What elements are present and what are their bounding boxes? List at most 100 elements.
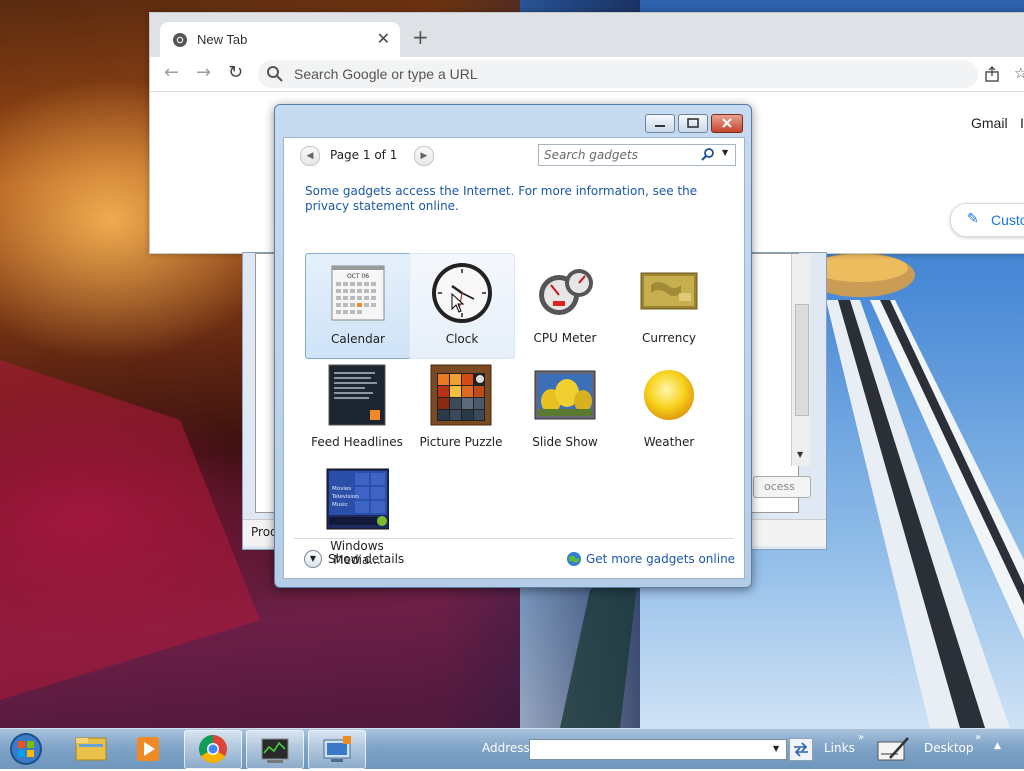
- weather-icon: [644, 370, 694, 420]
- gadget-label: CPU Meter: [533, 331, 597, 345]
- globe-icon: [567, 552, 581, 566]
- gadget-label: Slide Show: [532, 435, 598, 449]
- omnibox[interactable]: Search Google or type a URL: [258, 60, 978, 88]
- gadget-feed-headlines[interactable]: Feed Headlines: [305, 357, 409, 461]
- scroll-down-arrow-icon[interactable]: ▼: [797, 450, 803, 459]
- gadget-label: Weather: [643, 435, 695, 449]
- taskbar-media-player-button[interactable]: [120, 730, 176, 767]
- media-menu-movies: Movies: [332, 486, 351, 492]
- end-process-label: ocess: [764, 480, 796, 493]
- address-toolbar-label: Address: [482, 741, 530, 755]
- windows-explorer-icon: [75, 737, 107, 761]
- scrollbar-thumb[interactable]: [795, 304, 809, 416]
- restore-icon: [687, 118, 699, 128]
- taskbar-gadget-gallery-button[interactable]: [308, 730, 366, 769]
- images-link[interactable]: I: [1020, 115, 1024, 131]
- privacy-notice-link[interactable]: Some gadgets access the Internet. For mo…: [305, 184, 725, 214]
- gadget-cpu-meter[interactable]: CPU Meter: [513, 253, 617, 357]
- tab-strip: New Tab ✕ +: [150, 13, 1024, 57]
- gadget-label: Clock: [445, 332, 479, 346]
- cpu-meter-icon: [539, 269, 593, 315]
- close-button[interactable]: [711, 114, 743, 133]
- calendar-month-text: OCT 06: [347, 273, 369, 280]
- links-chevron-icon[interactable]: »: [858, 732, 864, 743]
- forward-arrow-icon[interactable]: →: [196, 62, 211, 83]
- picture-puzzle-icon: [430, 364, 492, 426]
- gadget-picture-puzzle[interactable]: Picture Puzzle: [409, 357, 513, 461]
- omnibox-placeholder: Search Google or type a URL: [294, 66, 478, 82]
- chrome-icon: [199, 735, 227, 763]
- search-icon[interactable]: [701, 147, 715, 161]
- gadget-gallery-panel: ◀ Page 1 of 1 ▶ Search gadgets ▼ Some ga…: [283, 137, 745, 579]
- next-page-icon[interactable]: ▶: [414, 146, 434, 166]
- start-button[interactable]: [6, 730, 46, 768]
- currency-icon: [640, 272, 698, 310]
- windows-media-icon: Movies Television Music: [326, 468, 389, 530]
- minimize-button[interactable]: [645, 114, 675, 133]
- tab-new-tab[interactable]: New Tab ✕: [160, 22, 400, 57]
- notification-area-expand-icon[interactable]: ▲: [994, 741, 1001, 751]
- go-arrows-icon: [794, 742, 808, 757]
- windows-media-player-icon: [137, 737, 159, 761]
- clock-icon: [432, 263, 492, 323]
- taskbar-chrome-button[interactable]: [184, 730, 242, 769]
- browser-toolbar: ← → ↻ Search Google or type a URL ☆: [150, 57, 1024, 92]
- gadget-label: Feed Headlines: [311, 435, 403, 449]
- gadget-gallery-icon: [323, 736, 351, 762]
- previous-page-icon[interactable]: ◀: [300, 146, 320, 166]
- windows-start-orb-icon: [10, 733, 42, 765]
- gadget-slide-show[interactable]: Slide Show: [513, 357, 617, 461]
- taskbar: Address ▼ Links » Desktop » ▲: [0, 728, 1024, 769]
- gadget-windows-media-center[interactable]: Movies Television Music Windows Media...: [305, 461, 409, 567]
- desktop-toolbar-label[interactable]: Desktop: [924, 741, 974, 755]
- search-dropdown-icon[interactable]: ▼: [722, 148, 728, 157]
- customize-chrome-button[interactable]: ✎ Custo: [950, 203, 1024, 237]
- links-toolbar-label[interactable]: Links: [824, 741, 855, 755]
- search-icon: [267, 66, 283, 82]
- feed-headlines-icon: [328, 364, 386, 426]
- gadget-label: Currency: [641, 331, 697, 345]
- get-more-gadgets-label: Get more gadgets online: [586, 552, 736, 566]
- scrollbar[interactable]: ▼: [791, 254, 810, 466]
- taskbar-task-manager-button[interactable]: [246, 730, 304, 769]
- address-go-button[interactable]: [789, 738, 813, 761]
- new-tab-button[interactable]: +: [412, 25, 429, 49]
- mouse-cursor-icon: [451, 293, 465, 313]
- bookmark-star-icon[interactable]: ☆: [1014, 64, 1024, 82]
- end-process-button[interactable]: ocess: [753, 476, 811, 498]
- tab-close-icon[interactable]: ✕: [377, 29, 390, 48]
- minimize-icon: [655, 125, 665, 127]
- tablet-input-panel-icon[interactable]: [876, 734, 912, 764]
- chrome-favicon-icon: [173, 33, 187, 47]
- reload-icon[interactable]: ↻: [228, 62, 243, 83]
- search-gadgets-placeholder: Search gadgets: [544, 148, 638, 162]
- share-icon[interactable]: [984, 66, 1000, 82]
- show-details-label: Show details: [328, 552, 405, 566]
- gmail-link[interactable]: Gmail: [971, 115, 1008, 131]
- slide-show-icon: [534, 370, 596, 420]
- close-icon: [722, 118, 732, 128]
- gadget-label: Picture Puzzle: [419, 435, 503, 449]
- calendar-icon: OCT 06: [331, 265, 385, 321]
- gadget-calendar[interactable]: OCT 06 Calendar: [305, 253, 411, 359]
- address-input[interactable]: [529, 739, 787, 760]
- address-dropdown-icon[interactable]: ▼: [773, 744, 779, 753]
- taskbar-explorer-button[interactable]: [62, 730, 118, 767]
- chevron-down-icon: ▼: [304, 550, 322, 568]
- pencil-icon: ✎: [967, 211, 979, 227]
- restore-button[interactable]: [678, 114, 708, 133]
- gadget-label: Calendar: [331, 332, 385, 346]
- gadget-gallery-window: ◀ Page 1 of 1 ▶ Search gadgets ▼ Some ga…: [274, 104, 752, 588]
- page-indicator: Page 1 of 1: [330, 148, 398, 162]
- search-gadgets-input[interactable]: Search gadgets ▼: [538, 144, 736, 166]
- page-navigator: ◀ Page 1 of 1 ▶: [292, 144, 434, 166]
- desktop-chevron-icon[interactable]: »: [975, 732, 981, 743]
- media-menu-television: Television: [331, 494, 359, 500]
- task-manager-icon: [261, 738, 289, 763]
- divider: [294, 538, 734, 539]
- gadget-weather[interactable]: Weather: [617, 357, 721, 461]
- back-arrow-icon[interactable]: ←: [164, 62, 179, 83]
- media-menu-music: Music: [332, 502, 348, 508]
- tab-title: New Tab: [197, 32, 248, 47]
- gadget-currency[interactable]: Currency: [617, 253, 721, 357]
